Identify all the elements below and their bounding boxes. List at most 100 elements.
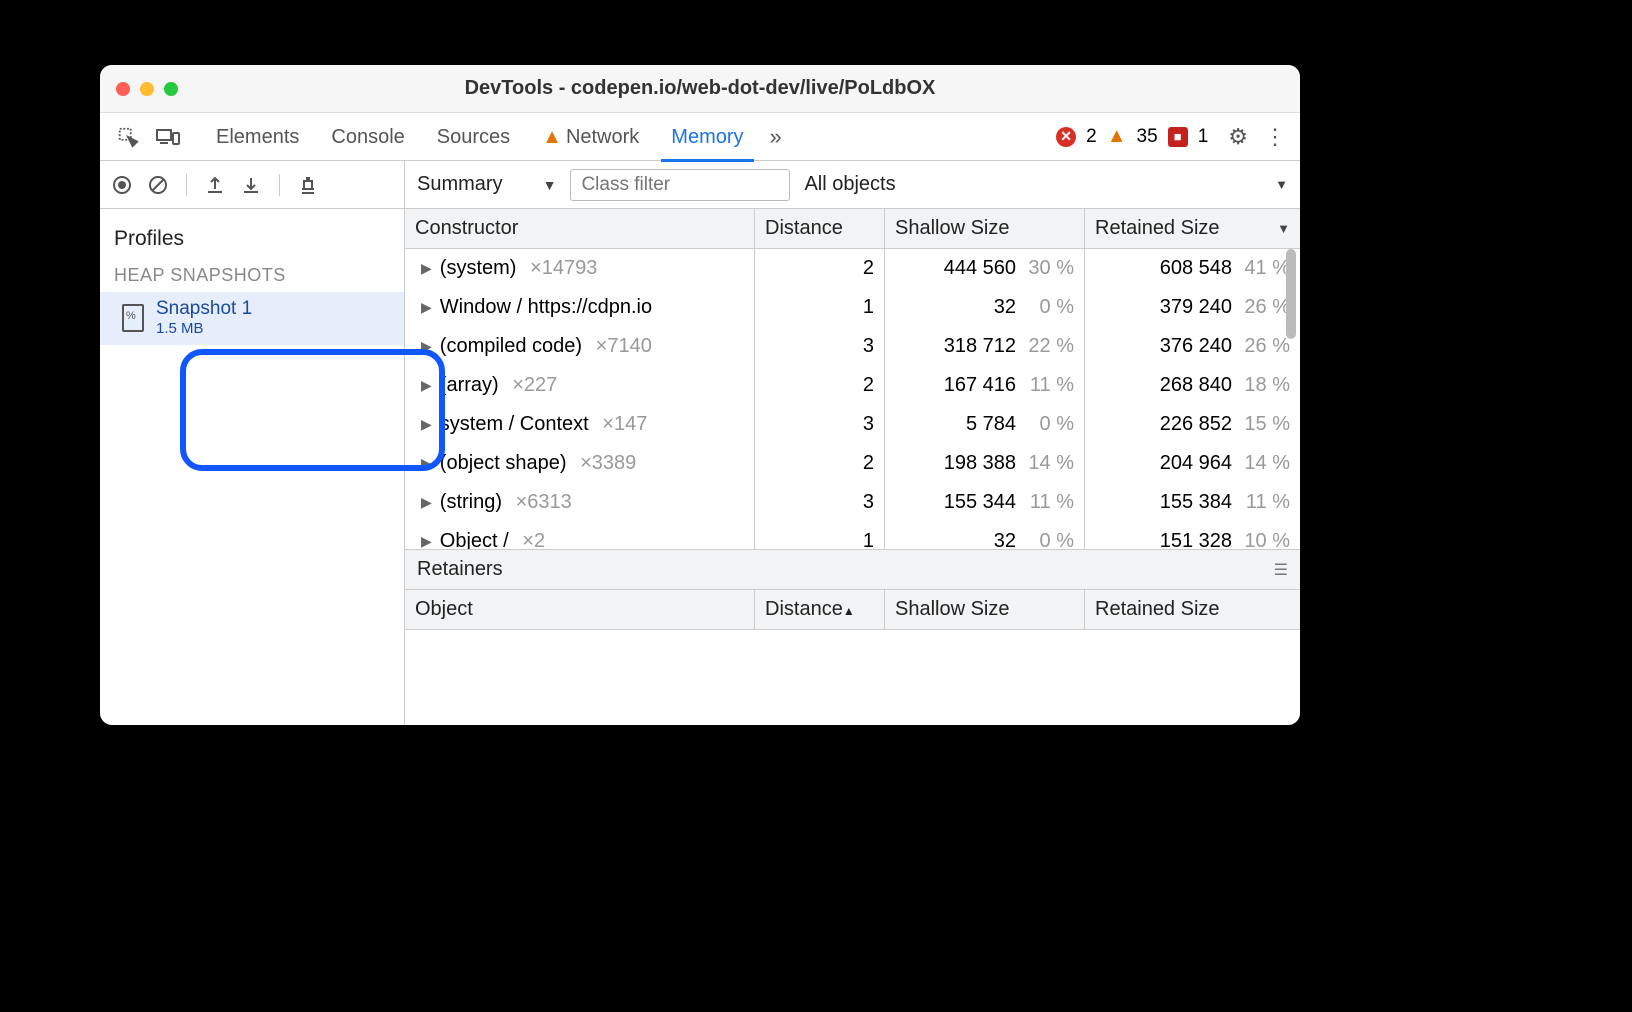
sort-asc-icon: ▲ <box>843 604 855 618</box>
issues-count: 1 <box>1198 126 1209 148</box>
close-icon[interactable] <box>116 82 130 96</box>
ret-col-distance[interactable]: Distance▲ <box>755 590 885 629</box>
table-row[interactable]: ▶(compiled code) ×71403318 71222 %376 24… <box>405 327 1300 366</box>
gear-icon[interactable]: ⚙ <box>1228 124 1248 150</box>
tab-sources[interactable]: Sources <box>421 113 526 161</box>
table-row[interactable]: ▶(array) ×2272167 41611 %268 84018 % <box>405 366 1300 405</box>
cell-retained: 204 96414 % <box>1085 444 1300 483</box>
warning-icon: ▲ <box>542 126 562 148</box>
class-filter-input[interactable] <box>570 169 790 201</box>
table-row[interactable]: ▶(object shape) ×33892198 38814 %204 964… <box>405 444 1300 483</box>
tab-elements[interactable]: Elements <box>200 113 315 161</box>
tabs-row: Elements Console Sources ▲Network Memory… <box>100 113 1300 161</box>
cell-shallow: 155 34411 % <box>885 483 1085 522</box>
inspect-icon[interactable] <box>114 123 142 151</box>
expand-icon[interactable]: ▶ <box>421 377 432 394</box>
col-shallow[interactable]: Shallow Size <box>885 209 1085 248</box>
toolbar: Summary ▼ All objects ▼ <box>100 161 1300 209</box>
tab-memory[interactable]: Memory <box>655 113 759 161</box>
cell-retained: 151 32810 % <box>1085 522 1300 549</box>
devtools-window: DevTools - codepen.io/web-dot-dev/live/P… <box>100 65 1300 725</box>
ret-col-distance-label: Distance <box>765 598 843 620</box>
retainers-title: Retainers <box>417 558 503 581</box>
summary-dropdown[interactable]: Summary ▼ <box>417 173 556 196</box>
cell-retained: 226 85215 % <box>1085 405 1300 444</box>
col-constructor[interactable]: Constructor <box>405 209 755 248</box>
col-distance[interactable]: Distance <box>755 209 885 248</box>
garbage-collect-icon[interactable] <box>296 173 320 197</box>
issues-icon[interactable]: ■ <box>1168 127 1188 147</box>
tab-console[interactable]: Console <box>315 113 420 161</box>
expand-icon[interactable]: ▶ <box>421 494 432 511</box>
cell-distance: 3 <box>755 405 885 444</box>
errors-icon[interactable]: ✕ <box>1056 127 1076 147</box>
constructor-name: system / Context <box>440 413 589 436</box>
cell-distance: 3 <box>755 327 885 366</box>
table-row[interactable]: ▶(system) ×147932444 56030 %608 54841 % <box>405 249 1300 288</box>
table-row[interactable]: ▶Object / ×21320 %151 32810 % <box>405 522 1300 549</box>
expand-icon[interactable]: ▶ <box>421 455 432 472</box>
kebab-icon[interactable]: ⋮ <box>1264 124 1286 150</box>
ret-col-retained[interactable]: Retained Size <box>1085 590 1300 629</box>
scrollbar[interactable] <box>1286 249 1296 339</box>
table-row[interactable]: ▶system / Context ×14735 7840 %226 85215… <box>405 405 1300 444</box>
expand-icon[interactable]: ▶ <box>421 338 432 355</box>
heap-snapshots-label: HEAP SNAPSHOTS <box>100 259 404 292</box>
errors-count: 2 <box>1086 126 1097 148</box>
table-row[interactable]: ▶(string) ×63133155 34411 %155 38411 % <box>405 483 1300 522</box>
expand-icon[interactable]: ▶ <box>421 299 432 316</box>
constructor-name: Window / https://cdpn.io <box>440 296 652 319</box>
retainers-table-header: Object Distance▲ Shallow Size Retained S… <box>405 590 1300 630</box>
cell-distance: 3 <box>755 483 885 522</box>
cell-shallow: 444 56030 % <box>885 249 1085 288</box>
cell-distance: 1 <box>755 288 885 327</box>
cell-distance: 2 <box>755 249 885 288</box>
device-icon[interactable] <box>154 123 182 151</box>
snapshot-size: 1.5 MB <box>156 320 252 337</box>
cell-retained: 608 54841 % <box>1085 249 1300 288</box>
warnings-icon[interactable]: ▲ <box>1107 125 1127 148</box>
download-icon[interactable] <box>239 173 263 197</box>
cell-retained: 155 38411 % <box>1085 483 1300 522</box>
cell-shallow: 5 7840 % <box>885 405 1085 444</box>
instance-count: ×2 <box>522 530 545 549</box>
view-tools: Summary ▼ All objects ▼ <box>405 169 1300 201</box>
expand-icon[interactable]: ▶ <box>421 260 432 277</box>
clear-icon[interactable] <box>146 173 170 197</box>
ret-col-shallow[interactable]: Shallow Size <box>885 590 1085 629</box>
chevron-down-icon[interactable]: ▼ <box>1275 177 1288 192</box>
constructor-name: (string) <box>440 491 502 514</box>
warnings-count: 35 <box>1137 126 1158 148</box>
record-icon[interactable] <box>110 173 134 197</box>
retainers-body <box>405 630 1300 725</box>
instance-count: ×227 <box>512 374 557 397</box>
sidebar: Profiles HEAP SNAPSHOTS Snapshot 1 1.5 M… <box>100 209 405 725</box>
snapshot-file-icon <box>122 304 144 332</box>
tab-network[interactable]: ▲Network <box>526 113 655 161</box>
col-retained[interactable]: Retained Size▼ <box>1085 209 1300 248</box>
minimize-icon[interactable] <box>140 82 154 96</box>
status-badges: ✕ 2 ▲ 35 ■ 1 <box>1056 125 1208 148</box>
chevron-down-icon: ▼ <box>543 177 557 193</box>
expand-icon[interactable]: ▶ <box>421 533 432 549</box>
table-body[interactable]: ▶(system) ×147932444 56030 %608 54841 %▶… <box>405 249 1300 549</box>
upload-icon[interactable] <box>203 173 227 197</box>
traffic-lights <box>116 82 178 96</box>
profile-tools <box>100 161 405 208</box>
profiles-heading: Profiles <box>100 219 404 259</box>
ret-col-object[interactable]: Object <box>405 590 755 629</box>
cell-shallow: 318 71222 % <box>885 327 1085 366</box>
cell-shallow: 320 % <box>885 288 1085 327</box>
scope-dropdown[interactable]: All objects <box>804 173 895 196</box>
constructor-name: (object shape) <box>440 452 567 475</box>
expand-icon[interactable]: ▶ <box>421 416 432 433</box>
more-tabs-icon[interactable]: » <box>770 124 776 150</box>
snapshot-name: Snapshot 1 <box>156 298 252 320</box>
cell-distance: 2 <box>755 444 885 483</box>
menu-icon[interactable]: ☰ <box>1274 560 1288 580</box>
snapshot-item[interactable]: Snapshot 1 1.5 MB <box>100 292 404 345</box>
table-row[interactable]: ▶Window / https://cdpn.io1320 %379 24026… <box>405 288 1300 327</box>
cell-retained: 268 84018 % <box>1085 366 1300 405</box>
instance-count: ×14793 <box>530 257 597 280</box>
zoom-icon[interactable] <box>164 82 178 96</box>
